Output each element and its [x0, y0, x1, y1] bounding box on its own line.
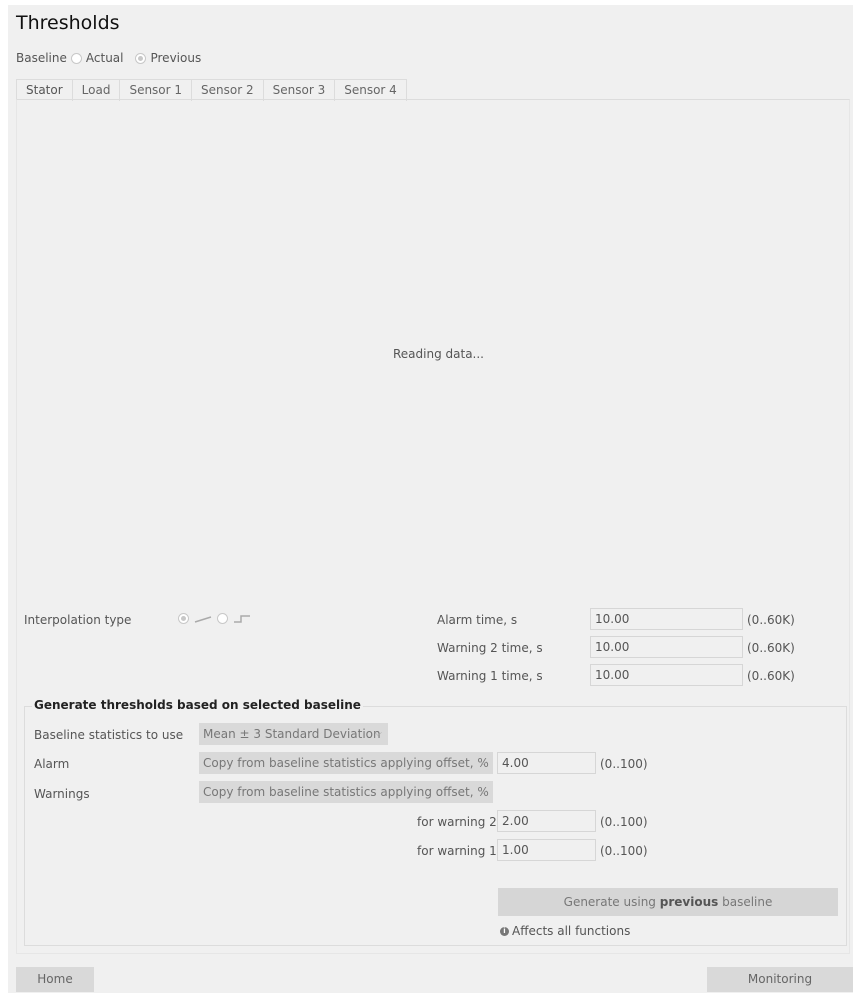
warning1-time-field[interactable]: 10.00 [590, 664, 743, 686]
baseline-actual-radio[interactable] [70, 52, 82, 64]
interpolation-label: Interpolation type [24, 613, 132, 627]
tab-stator[interactable]: Stator [16, 79, 73, 101]
warnings-method-dropdown[interactable]: Copy from baseline statistics applying o… [199, 781, 493, 803]
baseline-selector: Baseline Actual Previous [16, 51, 201, 65]
baseline-previous-label[interactable]: Previous [150, 51, 201, 65]
tab-sensor-3[interactable]: Sensor 3 [262, 79, 336, 101]
chevron-down-icon: ⌵ [479, 786, 487, 797]
tab-sensor-2[interactable]: Sensor 2 [191, 79, 264, 101]
tab-load[interactable]: Load [71, 79, 121, 101]
warning1-offset-field[interactable]: 1.00 [497, 839, 596, 861]
alarm-method-dropdown[interactable]: Copy from baseline statistics applying o… [199, 752, 493, 774]
tab-sensor-1[interactable]: Sensor 1 [119, 79, 193, 101]
baseline-label: Baseline [16, 51, 67, 65]
warning2-offset-label: for warning 2 [417, 815, 497, 829]
alarm-time-field[interactable]: 10.00 [590, 608, 743, 630]
warning2-offset-field[interactable]: 2.00 [497, 810, 596, 832]
info-icon: i [500, 926, 509, 936]
warnings-label: Warnings [34, 787, 90, 801]
baseline-stats-dropdown[interactable]: Mean ± 3 Standard Deviation ⌵ [199, 723, 388, 745]
step-interpolation-icon [234, 614, 250, 623]
generate-button[interactable]: Generate using previous baseline [498, 888, 838, 916]
tab-bar: Stator Load Sensor 1 Sensor 2 Sensor 3 S… [16, 79, 407, 101]
affects-note-text: Affects all functions [512, 924, 631, 938]
warning1-offset-range: (0..100) [600, 844, 648, 858]
warning2-time-range: (0..60K) [747, 641, 795, 655]
warning1-time-range: (0..60K) [747, 669, 795, 683]
generate-group-title: Generate thresholds based on selected ba… [32, 698, 363, 712]
loading-status: Reading data... [393, 347, 484, 361]
tab-sensor-4[interactable]: Sensor 4 [334, 79, 407, 101]
alarm-offset-field[interactable]: 4.00 [497, 752, 596, 774]
home-button[interactable]: Home [16, 967, 94, 992]
page-title: Thresholds [16, 12, 120, 34]
alarm-label: Alarm [34, 757, 70, 771]
generate-button-suffix: baseline [722, 895, 773, 909]
baseline-actual-label[interactable]: Actual [86, 51, 124, 65]
warning2-time-field[interactable]: 10.00 [590, 636, 743, 658]
chevron-down-icon: ⌵ [374, 728, 382, 739]
alarm-method-value: Copy from baseline statistics applying o… [203, 756, 489, 770]
monitoring-button[interactable]: Monitoring [707, 967, 853, 992]
warning2-offset-range: (0..100) [600, 815, 648, 829]
generate-button-prefix: Generate using [563, 895, 656, 909]
alarm-time-range: (0..60K) [747, 613, 795, 627]
alarm-offset-range: (0..100) [600, 757, 648, 771]
warnings-method-value: Copy from baseline statistics applying o… [203, 785, 489, 799]
alarm-time-label: Alarm time, s [437, 613, 518, 627]
warning1-time-label: Warning 1 time, s [437, 669, 543, 683]
chevron-down-icon: ⌵ [479, 757, 487, 768]
interpolation-options [178, 613, 251, 624]
interpolation-step-radio[interactable] [217, 613, 228, 624]
linear-interpolation-icon [194, 615, 212, 623]
baseline-stats-label: Baseline statistics to use [34, 728, 184, 742]
baseline-stats-value: Mean ± 3 Standard Deviation [203, 727, 381, 741]
baseline-previous-radio[interactable] [135, 52, 147, 64]
affects-note: i Affects all functions [500, 924, 630, 938]
warning1-offset-label: for warning 1 [417, 844, 497, 858]
interpolation-linear-radio[interactable] [178, 613, 189, 624]
generate-button-baseline: previous [659, 895, 719, 909]
warning2-time-label: Warning 2 time, s [437, 641, 543, 655]
